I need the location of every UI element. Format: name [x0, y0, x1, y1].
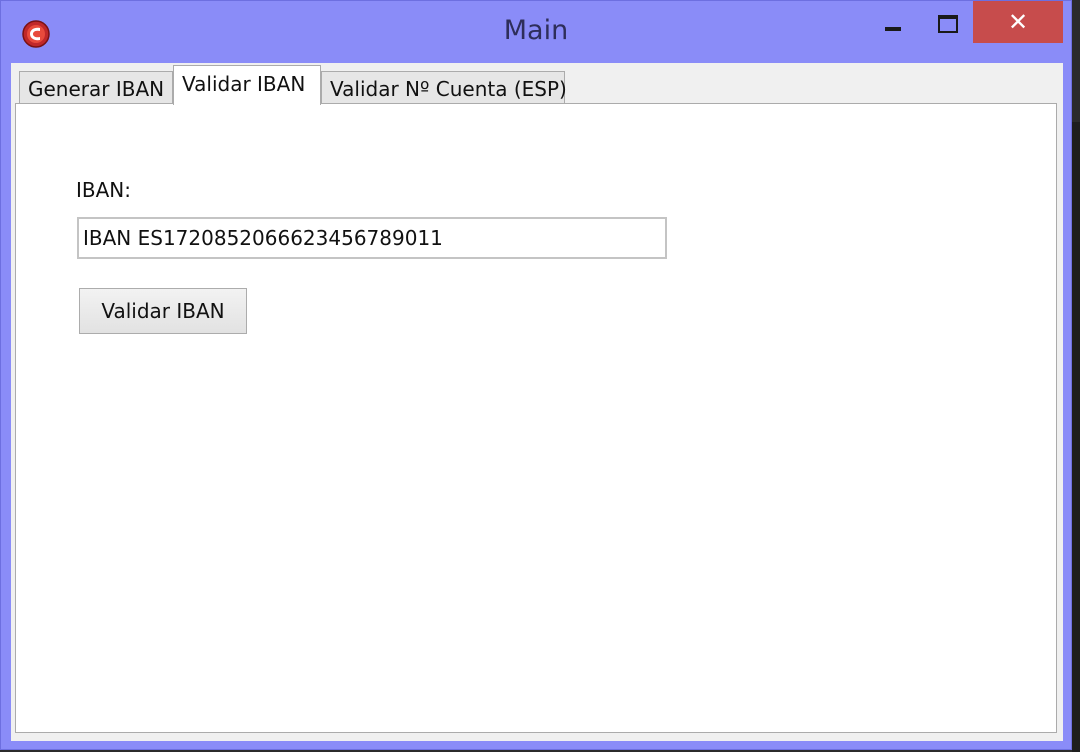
tab-validar-cuenta[interactable]: Validar Nº Cuenta (ESP)	[321, 71, 567, 105]
desktop-background	[1072, 122, 1080, 752]
main-window: Main ✕ Generar IBAN Validar IBAN Validar…	[0, 0, 1072, 750]
validate-iban-button[interactable]: Validar IBAN	[79, 288, 247, 334]
client-area: Generar IBAN Validar IBAN Validar Nº Cue…	[11, 63, 1063, 741]
minimize-button[interactable]	[873, 7, 913, 43]
close-button[interactable]: ✕	[973, 1, 1063, 43]
maximize-button[interactable]	[923, 7, 969, 43]
iban-label: IBAN:	[76, 178, 131, 202]
tab-validar-iban[interactable]: Validar IBAN	[173, 65, 321, 105]
iban-input[interactable]: IBAN ES1720852066623456789011	[77, 217, 667, 259]
tab-generar-iban[interactable]: Generar IBAN	[19, 71, 173, 105]
title-bar[interactable]: Main ✕	[1, 1, 1071, 63]
tab-panel-validar-iban: IBAN: IBAN ES1720852066623456789011 Vali…	[15, 103, 1057, 733]
